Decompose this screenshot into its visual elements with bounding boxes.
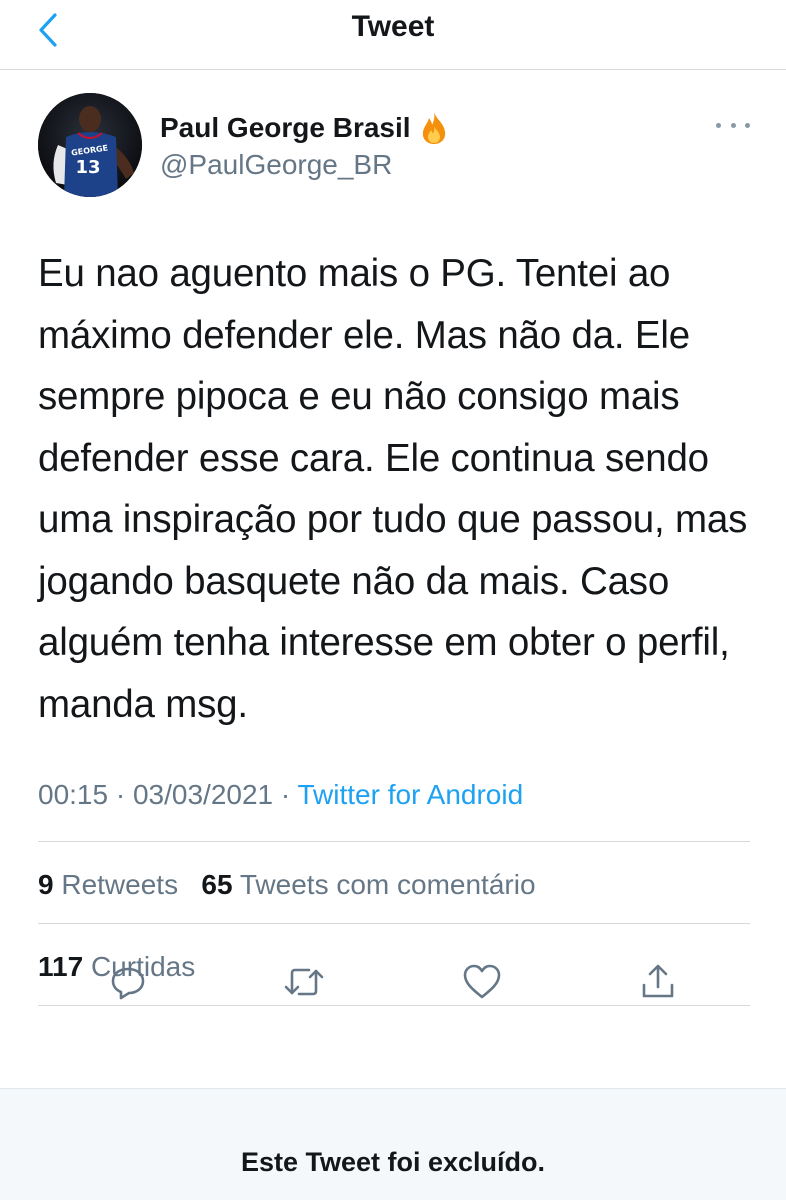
tweet-date: 03/03/2021 [132, 779, 274, 810]
retweets-label: Retweets [61, 869, 179, 900]
divider [38, 841, 750, 842]
avatar-jersey-number: 13 [75, 157, 100, 178]
retweet-button[interactable] [282, 960, 326, 1004]
divider [38, 1005, 750, 1006]
more-dot-icon [730, 122, 736, 128]
navigation-bar: Tweet [0, 0, 786, 70]
share-icon [642, 964, 674, 998]
avatar[interactable]: GEORGE 13 [38, 93, 142, 197]
retweets-link[interactable]: 9 Retweets [38, 869, 178, 900]
tweet-time: 00:15 [38, 779, 109, 810]
tweet-meta: 00:15 · 03/03/2021 · Twitter for Android [38, 779, 523, 811]
author-name-text: Paul George Brasil [160, 112, 411, 143]
more-options-button[interactable] [716, 115, 750, 135]
quote-tweets-label: Tweets com comentário [239, 869, 536, 900]
author-name[interactable]: Paul George Brasil [160, 111, 449, 145]
deleted-tweet-banner: Este Tweet foi excluído. [0, 1088, 786, 1200]
like-button[interactable] [460, 960, 504, 1004]
reply-icon [111, 967, 145, 1000]
share-button[interactable] [636, 960, 680, 1004]
quote-tweets-count: 65 [201, 869, 233, 900]
more-dot-icon [745, 122, 750, 128]
meta-separator: · [280, 779, 291, 810]
reply-button[interactable] [106, 960, 150, 1004]
retweet-stats-row: 9 Retweets 65 Tweets com comentário [38, 869, 536, 901]
quote-tweets-link[interactable]: 65 Tweets com comentário [201, 869, 535, 900]
tweet-actions [0, 960, 786, 1004]
meta-separator: · [115, 779, 126, 810]
divider [38, 923, 750, 924]
tweet-source-link[interactable]: Twitter for Android [298, 779, 524, 810]
retweets-count: 9 [38, 869, 54, 900]
more-dot-icon [716, 122, 721, 128]
tweet-text: Eu nao aguento mais o PG. Tentei ao máxi… [38, 252, 748, 726]
author-handle[interactable]: @PaulGeorge_BR [160, 149, 392, 181]
retweet-icon [284, 968, 324, 996]
deleted-tweet-notice: Este Tweet foi excluído. [240, 1147, 546, 1177]
fire-icon [422, 112, 445, 144]
page-title: Tweet [351, 10, 435, 43]
heart-icon [463, 964, 501, 999]
